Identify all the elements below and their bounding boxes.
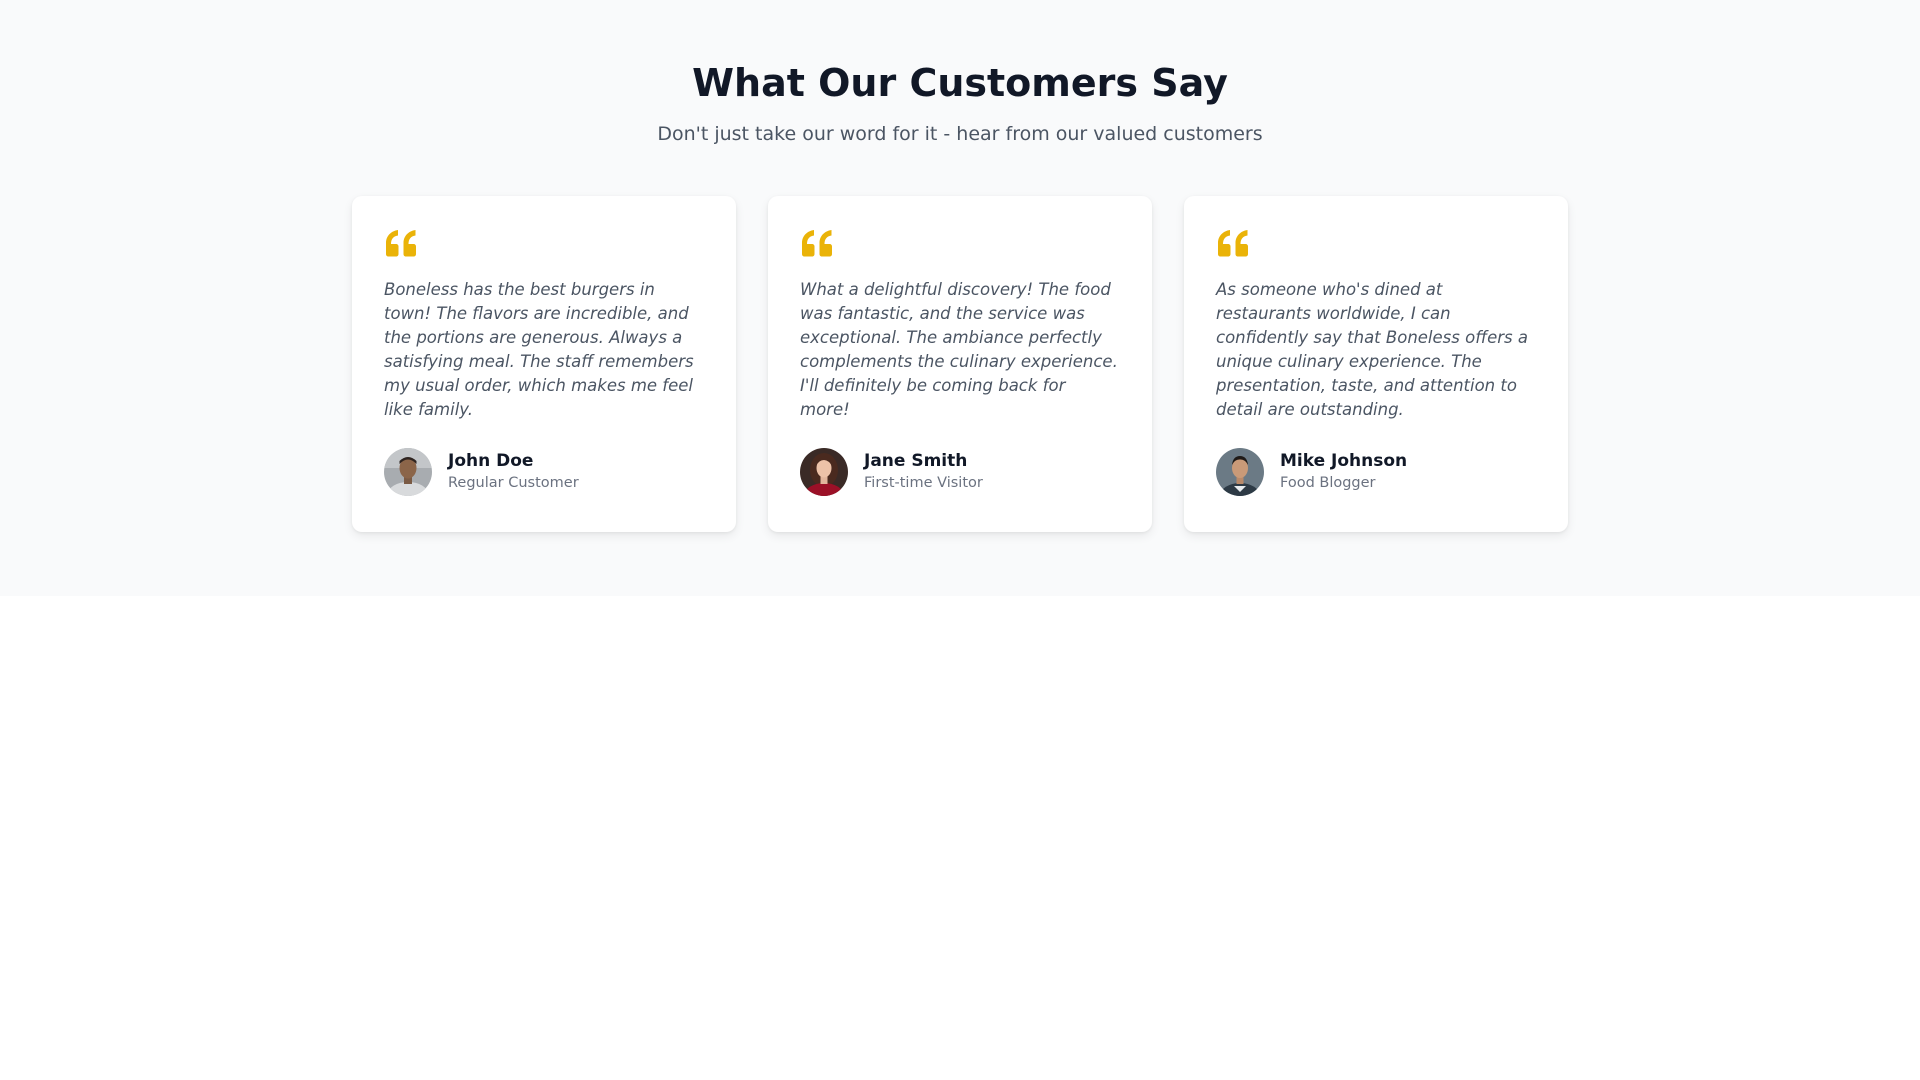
testimonial-card: As someone who's dined at restaurants wo… (1184, 196, 1568, 532)
section-subtitle: Don't just take our word for it - hear f… (657, 123, 1263, 145)
testimonial-card: Boneless has the best burgers in town! T… (352, 196, 736, 532)
author-role: Food Blogger (1280, 475, 1376, 491)
author-name: Jane Smith (864, 451, 968, 471)
author-name: John Doe (448, 451, 534, 471)
author-role: First-time Visitor (864, 475, 983, 491)
testimonials-section: What Our Customers Say Don't just take o… (0, 0, 1920, 596)
testimonial-author: Jane Smith First-time Visitor (800, 448, 1120, 496)
testimonial-author: John Doe Regular Customer (384, 448, 704, 496)
quote-icon (1218, 230, 1248, 257)
quote-icon (386, 230, 416, 257)
testimonial-quote: As someone who's dined at restaurants wo… (1216, 280, 1528, 419)
testimonial-card: What a delightful discovery! The food wa… (768, 196, 1152, 532)
avatar (1216, 448, 1264, 496)
section-title: What Our Customers Say (692, 61, 1228, 105)
author-name: Mike Johnson (1280, 451, 1408, 471)
avatar (800, 448, 848, 496)
avatar (384, 448, 432, 496)
quote-icon (802, 230, 832, 257)
testimonial-quote: Boneless has the best burgers in town! T… (384, 280, 694, 419)
testimonial-author: Mike Johnson Food Blogger (1216, 448, 1536, 496)
author-role: Regular Customer (448, 475, 579, 491)
testimonial-quote: What a delightful discovery! The food wa… (800, 280, 1118, 419)
